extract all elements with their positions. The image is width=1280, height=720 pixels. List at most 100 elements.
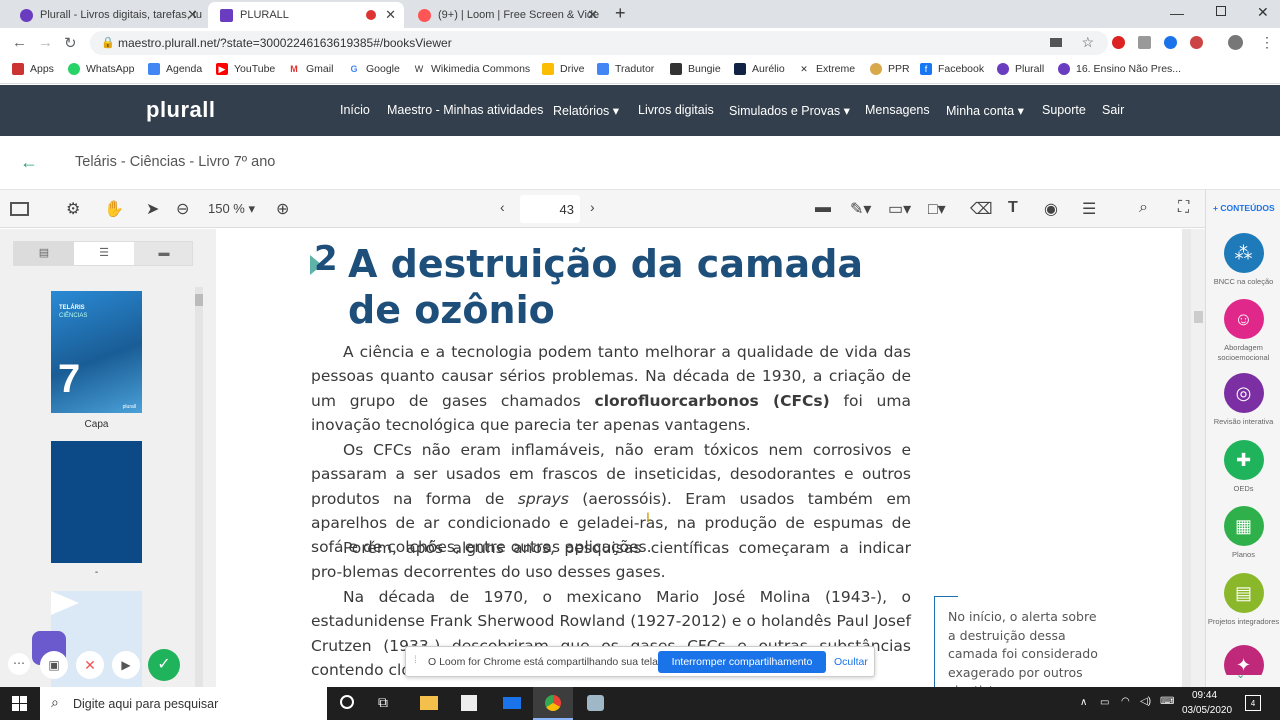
nav-mensagens[interactable]: Mensagens <box>865 103 930 117</box>
gear-icon[interactable]: ⚙ <box>66 199 80 219</box>
loom-pause-button[interactable]: ▶ <box>112 651 140 679</box>
extension-icon[interactable] <box>1190 36 1203 49</box>
bookmark-apps[interactable]: Apps <box>12 63 54 75</box>
page-number-input[interactable]: 43 <box>520 195 580 223</box>
clock-time[interactable]: 09:44 <box>1192 690 1217 701</box>
bookmark-youtube[interactable]: ▶ YouTube <box>216 63 275 75</box>
revisao-interativa-button[interactable]: ◎ Revisão interativa <box>1206 373 1280 427</box>
camera-icon[interactable] <box>1050 38 1062 47</box>
bookmark-facebook[interactable]: f Facebook <box>920 63 984 75</box>
menu-kebab-icon[interactable]: ⋮ <box>1260 34 1274 51</box>
planos-button[interactable]: ▦ Planos <box>1206 506 1280 560</box>
thumbnail-scrollbar[interactable] <box>195 287 203 687</box>
search-icon[interactable]: ⌕ <box>1139 199 1148 217</box>
tab-annotations-icon[interactable]: ▬ <box>134 242 194 265</box>
bookmark-whatsapp[interactable]: WhatsApp <box>68 63 134 75</box>
notification-icon[interactable]: 4 <box>1245 695 1261 711</box>
bookmark-google[interactable]: G Google <box>348 63 400 75</box>
text-tool-icon[interactable]: T <box>1008 199 1018 217</box>
app-icon[interactable] <box>587 695 604 711</box>
tray-arrow-icon[interactable]: ∧ <box>1080 697 1087 708</box>
reload-icon[interactable]: ↻ <box>64 34 77 52</box>
close-window-icon[interactable]: ✕ <box>1257 4 1269 21</box>
keyboard-icon[interactable]: ⌨ <box>1160 696 1174 707</box>
back-icon[interactable]: ← <box>12 34 27 51</box>
plurall-logo[interactable]: plurall <box>146 97 216 123</box>
notes-list-icon[interactable]: ☰ <box>1082 199 1096 219</box>
extension-icon[interactable] <box>1138 36 1151 49</box>
close-tab-icon[interactable]: ✕ <box>587 7 598 23</box>
nav-sair[interactable]: Sair <box>1102 103 1124 117</box>
mail-icon[interactable] <box>503 697 521 709</box>
nav-inicio[interactable]: Início <box>340 103 370 117</box>
wifi-icon[interactable]: ◠ <box>1121 696 1130 707</box>
nav-simulados[interactable]: Simulados e Provas ▾ <box>729 103 850 118</box>
nav-maestro[interactable]: Maestro - Minhas atividades <box>387 103 543 117</box>
extension-icon[interactable] <box>1112 36 1125 49</box>
bookmark-agenda[interactable]: Agenda <box>148 63 202 75</box>
task-view-icon[interactable]: ⧉ <box>378 694 388 711</box>
loom-cancel-button[interactable]: ✕ <box>76 651 104 679</box>
loom-menu-button[interactable]: ⋯ <box>8 653 30 675</box>
windows-start-icon[interactable] <box>12 696 27 711</box>
forward-icon[interactable]: → <box>38 34 53 51</box>
socioemocional-button[interactable]: ☺ Abordagem socioemocional <box>1206 299 1280 363</box>
thumbnail-page[interactable] <box>51 441 142 563</box>
comment-icon[interactable]: ▬ <box>815 199 831 217</box>
bookmark-ppr[interactable]: PPR <box>870 63 910 75</box>
extension-icon[interactable] <box>1164 36 1177 49</box>
nav-relatorios[interactable]: Relatórios ▾ <box>553 103 619 118</box>
thumbnail-cover[interactable]: TELÁRIS CIÊNCIAS 7 plurall <box>51 291 142 413</box>
nav-minha-conta[interactable]: Minha conta ▾ <box>946 103 1024 118</box>
conteudos-header[interactable]: + CONTEÚDOS <box>1213 203 1275 213</box>
zoom-in-icon[interactable]: ⊕ <box>276 199 289 219</box>
prev-page-icon[interactable]: ‹ <box>500 199 505 215</box>
file-explorer-icon[interactable] <box>420 696 438 710</box>
pointer-arrow-icon[interactable]: ➤ <box>146 199 159 219</box>
loom-camera-button[interactable]: ▣ <box>40 651 68 679</box>
browser-tab[interactable]: (9+) | Loom | Free Screen & Vide ✕ <box>406 2 606 28</box>
browser-tab[interactable]: Plurall - Livros digitais, tarefas, tu ✕ <box>8 2 206 28</box>
sidebar-toggle-icon[interactable] <box>10 202 29 216</box>
text-box-icon[interactable]: ▭▾ <box>888 199 911 219</box>
bookmark-bungie[interactable]: Bungie <box>670 63 721 75</box>
stop-sharing-button[interactable]: Interromper compartilhamento <box>658 651 826 673</box>
bookmark-aurelio[interactable]: Aurélio <box>734 63 785 75</box>
bookmark-drive[interactable]: Drive <box>542 63 585 75</box>
next-page-icon[interactable]: › <box>590 199 595 215</box>
tab-thumbnails-icon[interactable]: ▤ <box>14 242 74 265</box>
eye-visibility-icon[interactable]: ◉ <box>1044 199 1058 219</box>
bncc-button[interactable]: ⁂ BNCC na coleção <box>1206 233 1280 287</box>
profile-avatar-icon[interactable] <box>1228 35 1243 50</box>
nav-livros-digitais[interactable]: Livros digitais <box>638 103 714 117</box>
close-tab-icon[interactable]: ✕ <box>187 7 198 23</box>
chevron-down-icon[interactable]: ⌄ <box>1236 668 1245 681</box>
zoom-select[interactable]: 150 % ▾ <box>208 201 255 217</box>
close-tab-icon[interactable]: ✕ <box>385 7 396 23</box>
eraser-icon[interactable]: ⌫ <box>970 199 993 219</box>
loom-finish-button[interactable]: ✓ <box>148 649 180 681</box>
minimize-window-icon[interactable]: — <box>1170 5 1184 21</box>
taskbar-search-box[interactable]: ⌕ Digite aqui para pesquisar <box>40 687 327 720</box>
network-icon[interactable]: ▭ <box>1100 697 1109 708</box>
pen-draw-icon[interactable]: ✎▾ <box>850 199 871 219</box>
store-icon[interactable] <box>461 695 477 711</box>
url-text[interactable]: maestro.plurall.net/?state=3000224616361… <box>118 36 452 50</box>
tab-outline-icon[interactable]: ☰ <box>74 242 134 265</box>
shape-rectangle-icon[interactable]: □▾ <box>928 199 946 219</box>
maximize-window-icon[interactable] <box>1216 6 1226 16</box>
projetos-integradores-button[interactable]: ▤ Projetos integradores <box>1206 573 1280 627</box>
bookmark-wikimedia[interactable]: W Wikimedia Commons <box>413 63 530 75</box>
drag-handle-icon[interactable]: ⁞ <box>414 655 417 666</box>
bookmark-extreme[interactable]: ✕ Extreme <box>798 63 855 75</box>
bookmark-plurall[interactable]: Plurall <box>997 63 1044 75</box>
new-tab-button[interactable]: + <box>615 3 626 24</box>
oeds-button[interactable]: ✚ OEDs <box>1206 440 1280 494</box>
hide-button[interactable]: Ocultar <box>834 656 868 668</box>
cortana-icon[interactable] <box>340 695 354 709</box>
browser-tab-active[interactable]: PLURALL ✕ <box>208 2 404 28</box>
hand-pan-icon[interactable]: ✋ <box>104 199 124 219</box>
bookmark-gmail[interactable]: M Gmail <box>288 63 333 75</box>
back-arrow-icon[interactable]: ← <box>20 152 38 173</box>
clock-date[interactable]: 03/05/2020 <box>1182 705 1232 716</box>
